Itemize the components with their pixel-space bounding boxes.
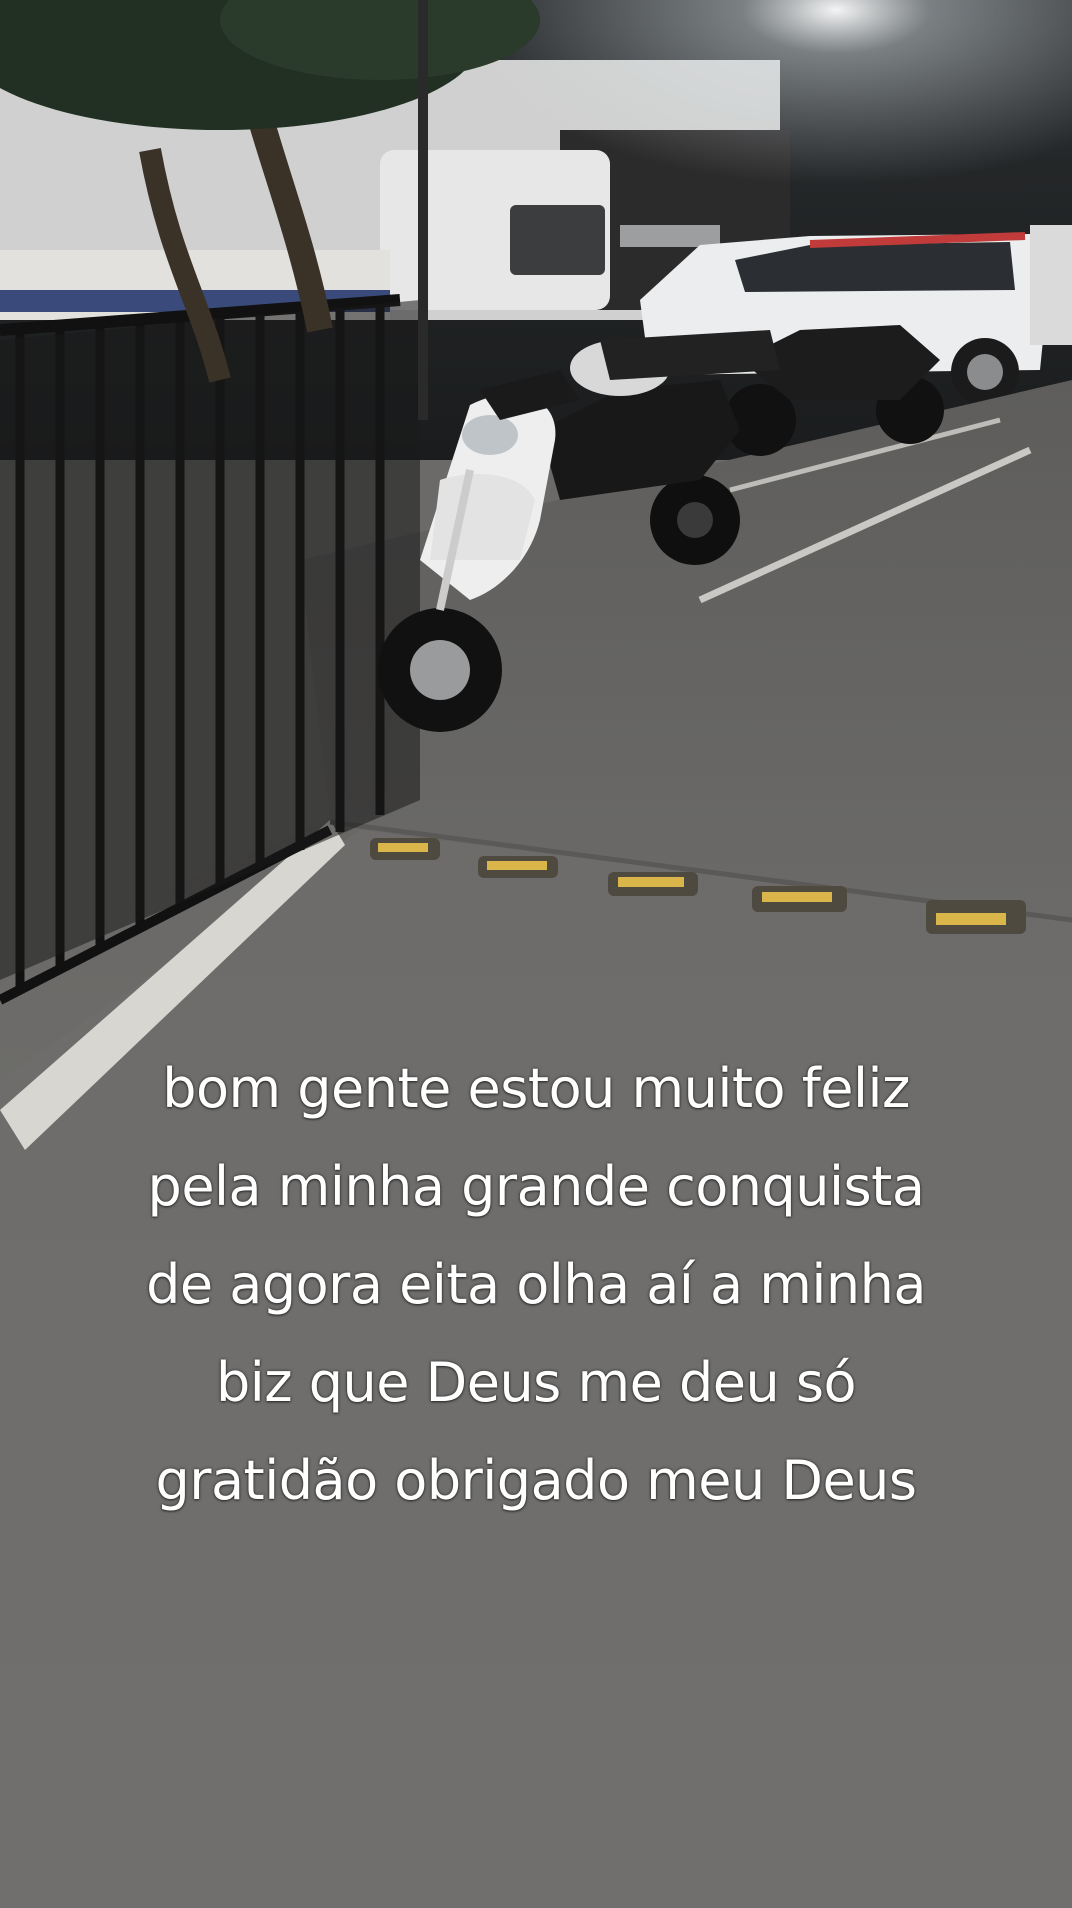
- caption-line-2: pela minha grande conquista: [147, 1155, 925, 1218]
- video-frame: bom gente estou muito feliz pela minha g…: [0, 0, 1072, 1908]
- parking-lot-scene: [0, 0, 1072, 1908]
- pole: [418, 0, 428, 420]
- caption-line-3: de agora eita olha aí a minha: [146, 1253, 926, 1316]
- caption-line-4: biz que Deus me deu só: [215, 1351, 857, 1414]
- caption-line-1: bom gente estou muito feliz: [162, 1057, 910, 1120]
- caption-line-5: gratidão obrigado meu Deus: [155, 1449, 917, 1512]
- video-caption: bom gente estou muito feliz pela minha g…: [40, 1040, 1032, 1530]
